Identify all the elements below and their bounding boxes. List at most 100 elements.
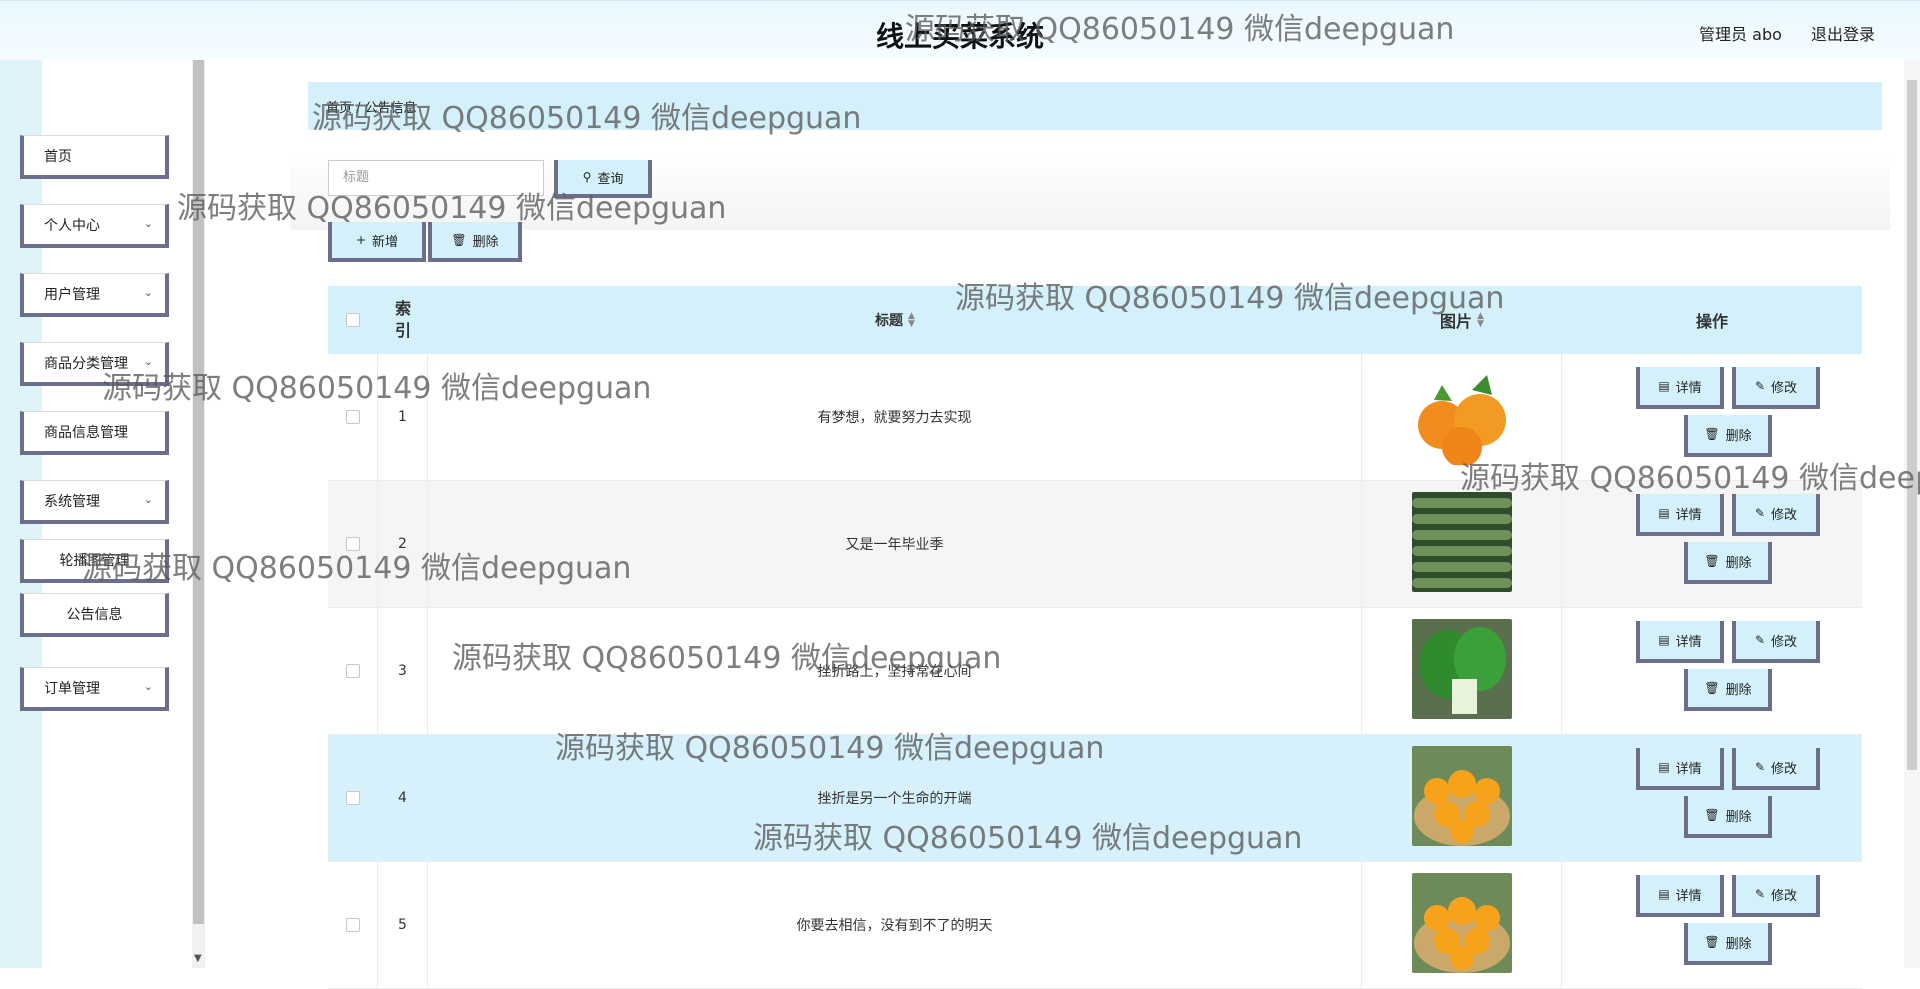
edit-button-label: 修改	[1771, 888, 1798, 904]
row-delete-label: 删除	[1725, 555, 1752, 571]
sidebar-item-product-management[interactable]: 商品信息管理	[20, 411, 169, 455]
index-header: 索 引	[394, 299, 411, 340]
sidebar-item-label: 系统管理	[44, 493, 100, 510]
row-select-cell	[328, 735, 378, 861]
sidebar-item-label: 商品信息管理	[44, 424, 128, 441]
plus-icon: +	[355, 233, 367, 247]
chevron-down-icon: ⌄	[143, 680, 153, 693]
edit-button[interactable]: ✎ 修改	[1732, 367, 1820, 409]
actions-header: 操作	[1695, 312, 1728, 331]
scroll-down-arrow-icon[interactable]: ▼	[194, 953, 202, 964]
sidebar-item-label: 公告信息	[66, 606, 123, 623]
row-select-cell	[328, 862, 378, 988]
edit-button[interactable]: ✎ 修改	[1732, 748, 1820, 790]
watermark: 源码获取 QQ86050149 微信deepguan	[177, 191, 727, 226]
sidebar-item-label: 用户管理	[44, 286, 100, 303]
row-delete-button[interactable]: 🗑 删除	[1684, 415, 1772, 457]
detail-button-label: 详情	[1675, 634, 1702, 650]
detail-button[interactable]: ▤ 详情	[1636, 367, 1724, 409]
row-title: 你要去相信，没有到不了的明天	[428, 862, 1362, 988]
table-row: 5 你要去相信，没有到不了的明天 ▤ 详情 ✎ 修改 🗑 删除	[328, 862, 1862, 989]
title-header-label: 标题	[875, 313, 904, 329]
detail-button[interactable]: ▤ 详情	[1636, 748, 1724, 790]
edit-button-label: 修改	[1771, 761, 1798, 777]
sidebar-item-user-management[interactable]: 用户管理 ⌄	[20, 273, 169, 317]
detail-button[interactable]: ▤ 详情	[1636, 875, 1724, 917]
row-actions: ▤ 详情 ✎ 修改 🗑 删除	[1562, 862, 1862, 988]
row-image[interactable]	[1411, 746, 1512, 850]
row-image[interactable]	[1411, 873, 1512, 977]
sidebar-item-order-management[interactable]: 订单管理 ⌄	[20, 667, 169, 711]
row-index: 3	[378, 608, 428, 734]
row-delete-button[interactable]: 🗑 删除	[1684, 669, 1772, 711]
user-info: 管理员 abo 退出登录	[1675, 21, 1875, 45]
row-actions: ▤ 详情 ✎ 修改 🗑 删除	[1562, 735, 1862, 861]
row-delete-button[interactable]: 🗑 删除	[1684, 542, 1772, 584]
watermark: 源码获取 QQ86050149 微信deepguan	[753, 821, 1303, 856]
select-all-cell	[328, 286, 378, 354]
admin-user-label: 管理员 abo	[1699, 25, 1782, 44]
watermark: 源码获取 QQ86050149 微信deepguan	[955, 281, 1505, 316]
row-checkbox[interactable]	[345, 410, 360, 424]
row-image[interactable]	[1411, 492, 1512, 596]
edit-button-label: 修改	[1771, 380, 1798, 396]
document-icon: ▤	[1658, 379, 1670, 393]
row-delete-button[interactable]: 🗑 删除	[1684, 796, 1772, 838]
detail-button-label: 详情	[1675, 761, 1702, 777]
add-button-label: 新增	[372, 234, 399, 250]
watermark: 源码获取 QQ86050149 微信deepguan	[905, 12, 1455, 47]
chevron-down-icon: ⌄	[143, 493, 153, 506]
edit-button[interactable]: ✎ 修改	[1732, 875, 1820, 917]
row-actions: ▤ 详情 ✎ 修改 🗑 删除	[1562, 481, 1862, 607]
row-delete-label: 删除	[1725, 936, 1752, 952]
sidebar-subitem-notices[interactable]: 公告信息	[20, 593, 169, 637]
row-checkbox[interactable]	[345, 918, 360, 932]
add-button[interactable]: + 新增	[328, 222, 426, 262]
row-checkbox[interactable]	[345, 791, 360, 805]
watermark: 源码获取 QQ86050149 微信deepguan	[1460, 461, 1920, 496]
edit-button[interactable]: ✎ 修改	[1732, 494, 1820, 536]
detail-button-label: 详情	[1675, 380, 1702, 396]
sidebar: 首页 个人中心 ⌄ 用户管理 ⌄ 商品分类管理 ⌄ 商品信息管理 系统管理 ⌄ 轮播图管…	[0, 60, 195, 968]
batch-delete-button[interactable]: 🗑 删除	[428, 222, 522, 262]
edit-icon: ✎	[1754, 379, 1766, 393]
document-icon: ▤	[1658, 633, 1670, 647]
document-icon: ▤	[1658, 760, 1670, 774]
edit-button[interactable]: ✎ 修改	[1732, 621, 1820, 663]
detail-button[interactable]: ▤ 详情	[1636, 494, 1724, 536]
row-image-cell	[1362, 735, 1562, 861]
sidebar-item-label: 订单管理	[44, 680, 100, 697]
trash-icon: 🗑	[451, 233, 467, 247]
row-delete-label: 删除	[1725, 682, 1752, 698]
sidebar-item-system-management[interactable]: 系统管理 ⌄	[20, 480, 169, 524]
edit-icon: ✎	[1754, 887, 1766, 901]
row-delete-button[interactable]: 🗑 删除	[1684, 923, 1772, 965]
search-icon: ⚲	[582, 170, 592, 184]
detail-button[interactable]: ▤ 详情	[1636, 621, 1724, 663]
sidebar-item-home[interactable]: 首页	[20, 135, 169, 179]
select-all-checkbox[interactable]	[346, 313, 360, 327]
row-image[interactable]	[1411, 619, 1512, 723]
sidebar-item-label: 首页	[44, 148, 72, 165]
edit-icon: ✎	[1754, 760, 1766, 774]
row-delete-label: 删除	[1725, 428, 1752, 444]
logout-link[interactable]: 退出登录	[1811, 25, 1875, 44]
row-select-cell	[328, 608, 378, 734]
trash-icon: 🗑	[1704, 935, 1720, 949]
trash-icon: 🗑	[1704, 681, 1720, 695]
watermark: 源码获取 QQ86050149 微信deepguan	[312, 101, 862, 136]
row-delete-label: 删除	[1725, 809, 1752, 825]
page-scrollbar[interactable]	[1904, 60, 1920, 968]
watermark: 源码获取 QQ86050149 微信deepguan	[82, 551, 632, 586]
trash-icon: 🗑	[1704, 554, 1720, 568]
batch-delete-label: 删除	[472, 234, 499, 250]
sort-icon[interactable]: ▲ ▼	[908, 312, 915, 329]
row-index: 4	[378, 735, 428, 861]
row-checkbox[interactable]	[345, 664, 360, 678]
page-scrollbar-thumb[interactable]	[1907, 80, 1917, 770]
chevron-down-icon: ⌄	[143, 286, 153, 299]
row-actions: ▤ 详情 ✎ 修改 🗑 删除	[1562, 608, 1862, 734]
row-index: 5	[378, 862, 428, 988]
sidebar-item-personal-center[interactable]: 个人中心 ⌄	[20, 204, 169, 248]
edit-button-label: 修改	[1771, 634, 1798, 650]
